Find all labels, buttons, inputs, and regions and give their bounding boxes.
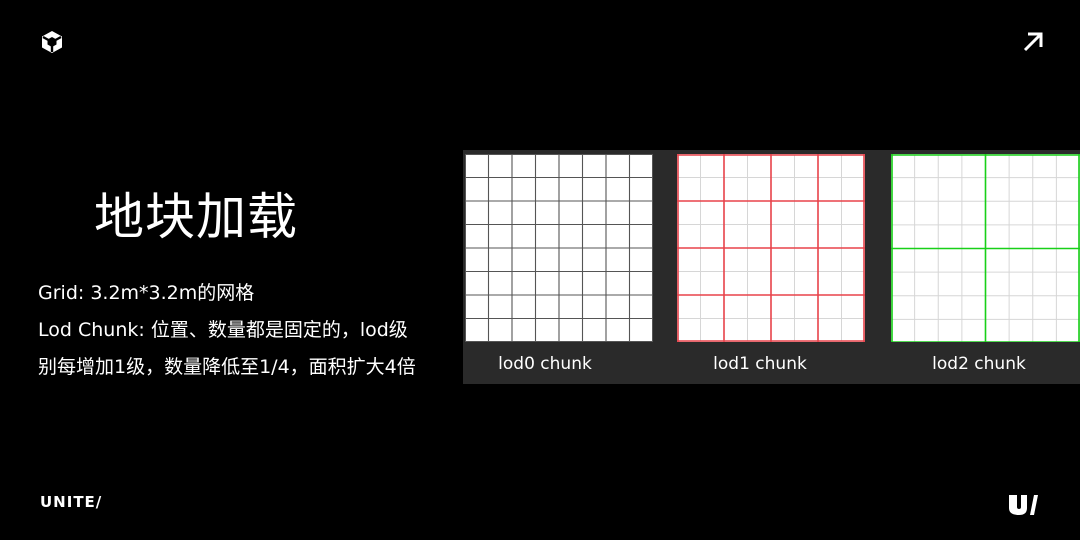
- description-line: 别每增加1级，数量降低至1/4，面积扩大4倍: [38, 356, 416, 378]
- unite-mark-icon: [1009, 495, 1038, 515]
- slide-description: Grid: 3.2m*3.2m的网格 Lod Chunk: 位置、数量都是固定的…: [38, 275, 463, 386]
- lod2-chunk-grid: [891, 154, 1080, 342]
- lod2-chunk-label: lod2 chunk: [932, 354, 1026, 374]
- description-line: Lod Chunk: 位置、数量都是固定的，lod级: [38, 319, 408, 341]
- lod-chunk-diagram: lod0 chunk lod1 chunk lod2 chunk: [463, 150, 1080, 384]
- lod0-chunk-grid: [465, 154, 653, 342]
- description-line: Grid: 3.2m*3.2m的网格: [38, 282, 255, 304]
- lod1-chunk-grid: [677, 154, 865, 342]
- slide-title: 地块加载: [94, 188, 298, 246]
- unity-cube-icon: [42, 31, 62, 53]
- lod1-chunk-label: lod1 chunk: [713, 354, 807, 374]
- arrow-up-right-icon[interactable]: [1022, 31, 1044, 53]
- lod0-chunk-label: lod0 chunk: [498, 354, 592, 374]
- unite-wordmark: UNITE/: [40, 493, 103, 511]
